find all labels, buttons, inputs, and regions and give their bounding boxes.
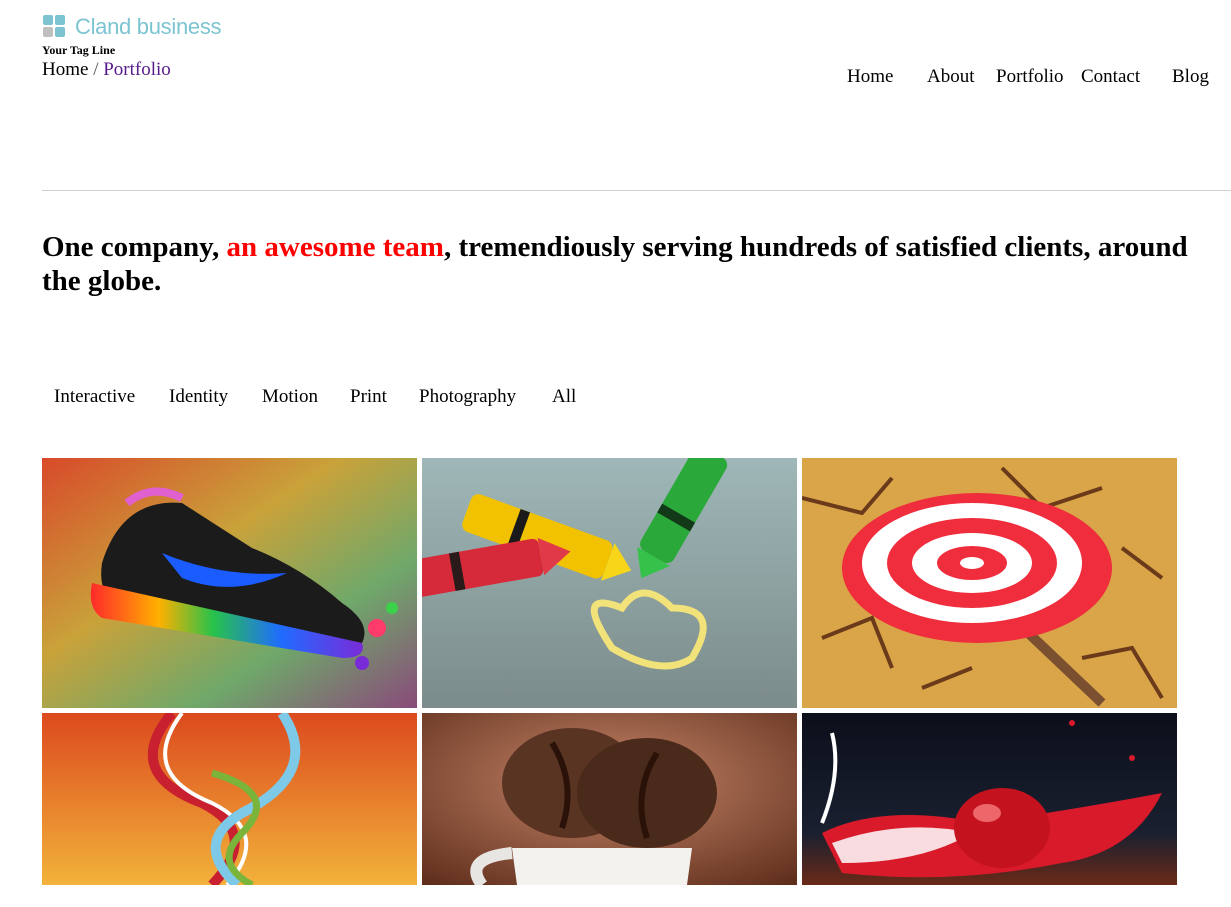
nav-item-contact[interactable]: Contact (1081, 66, 1140, 88)
ribbons-image (42, 713, 417, 885)
coffee-image (422, 713, 797, 885)
splash-image (802, 713, 1177, 885)
nav-item-blog[interactable]: Blog (1172, 66, 1209, 88)
brand-name: Cland business (75, 14, 222, 39)
headline-lead: One company, (42, 231, 227, 263)
portfolio-item-sneaker[interactable] (42, 458, 417, 708)
nav-item-home[interactable]: Home (847, 66, 893, 88)
lollipop-image (802, 458, 1177, 708)
main-nav: Home About Portfolio Contact Blog (0, 66, 1231, 88)
header-divider (42, 190, 1231, 191)
nav-item-portfolio[interactable]: Portfolio (996, 66, 1064, 88)
brand-tagline: Your Tag Line (42, 43, 116, 57)
filter-motion[interactable]: Motion (262, 385, 318, 409)
crayons-image (422, 458, 797, 708)
filter-photography[interactable]: Photography (419, 385, 516, 409)
filter-all[interactable]: All (552, 385, 576, 409)
filter-interactive[interactable]: Interactive (54, 385, 135, 409)
portfolio-item-coffee[interactable] (422, 713, 797, 885)
grid-squares-icon (43, 15, 67, 39)
sneaker-image (42, 458, 417, 708)
nav-item-about[interactable]: About (927, 66, 975, 88)
portfolio-filters: Interactive Identity Motion Print Photog… (0, 385, 1231, 409)
brand-logo[interactable]: Cland business (43, 14, 222, 40)
portfolio-item-ribbons[interactable] (42, 713, 417, 885)
filter-print[interactable]: Print (350, 385, 387, 409)
portfolio-item-crayons[interactable] (422, 458, 797, 708)
portfolio-item-splash[interactable] (802, 713, 1177, 885)
filter-identity[interactable]: Identity (169, 385, 228, 409)
portfolio-item-lollipop[interactable] (802, 458, 1177, 708)
page-headline: One company, an awesome team, tremendiou… (42, 230, 1231, 298)
headline-accent: an awesome team (226, 231, 444, 263)
